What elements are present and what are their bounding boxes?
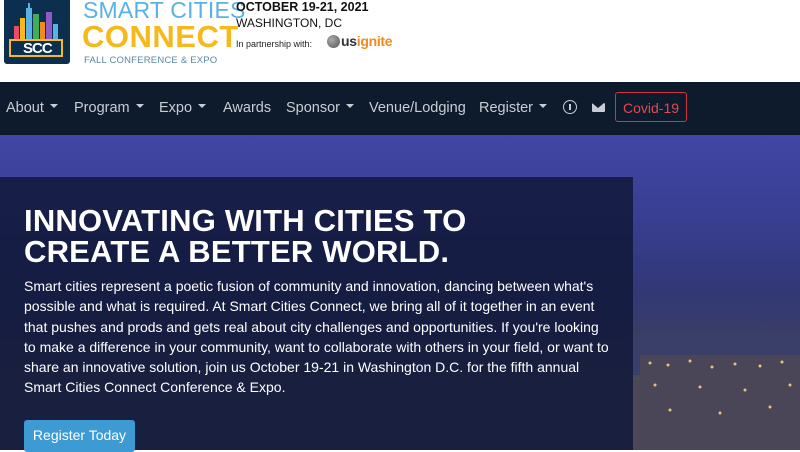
globe-icon (327, 34, 340, 48)
mail-icon[interactable] (592, 103, 605, 112)
nav-item-label: Sponsor (286, 100, 341, 116)
scc-logo[interactable]: SCC (4, 0, 70, 64)
nav-item-label: About (6, 100, 44, 116)
info-icon[interactable] (563, 100, 577, 114)
event-location: WASHINGTON, DC (236, 16, 343, 30)
usignite-logo[interactable]: us ignite (327, 33, 393, 49)
partner-name-b: ignite (356, 33, 393, 49)
register-today-button[interactable]: Register Today (24, 420, 135, 452)
caret-down-icon (198, 104, 207, 109)
covid-19-button[interactable]: Covid-19 (615, 92, 687, 122)
brand-title-line2[interactable]: CONNECT (82, 19, 239, 55)
main-nav: About Program Expo Awards Sponsor Venue/… (0, 82, 800, 135)
caret-down-icon (49, 104, 58, 109)
hero-description: Smart cities represent a poetic fusion o… (24, 278, 609, 396)
logo-initials: SCC (23, 40, 53, 57)
nav-item-venue-lodging[interactable]: Venue/Lodging (369, 82, 466, 135)
nav-item-label: Register (479, 100, 533, 116)
hero-title: INNOVATING WITH CITIES TO CREATE A BETTE… (24, 203, 467, 269)
nav-item-label: Awards (223, 100, 272, 116)
brand-subtitle: FALL CONFERENCE & EXPO (84, 55, 218, 66)
caret-down-icon (539, 104, 547, 109)
caret-down-icon (135, 104, 144, 109)
nav-item-sponsor[interactable]: Sponsor (286, 82, 355, 135)
nav-item-label: Program (74, 100, 130, 116)
nav-item-awards[interactable]: Awards (223, 82, 271, 135)
event-date: OCTOBER 19-21, 2021 (236, 0, 369, 14)
partner-name-a: us (341, 33, 357, 49)
nav-item-register[interactable]: Register (479, 82, 547, 135)
nav-item-about[interactable]: About (6, 82, 58, 135)
caret-down-icon (346, 104, 355, 109)
site-header: SCC SMART CITIES CONNECT FALL CONFERENCE… (0, 0, 800, 82)
nav-item-program[interactable]: Program (74, 82, 144, 135)
partner-label: In partnership with: (236, 39, 313, 49)
nav-item-expo[interactable]: Expo (159, 82, 207, 135)
nav-item-label: Venue/Lodging (369, 100, 466, 116)
nav-item-label: Expo (159, 100, 193, 116)
